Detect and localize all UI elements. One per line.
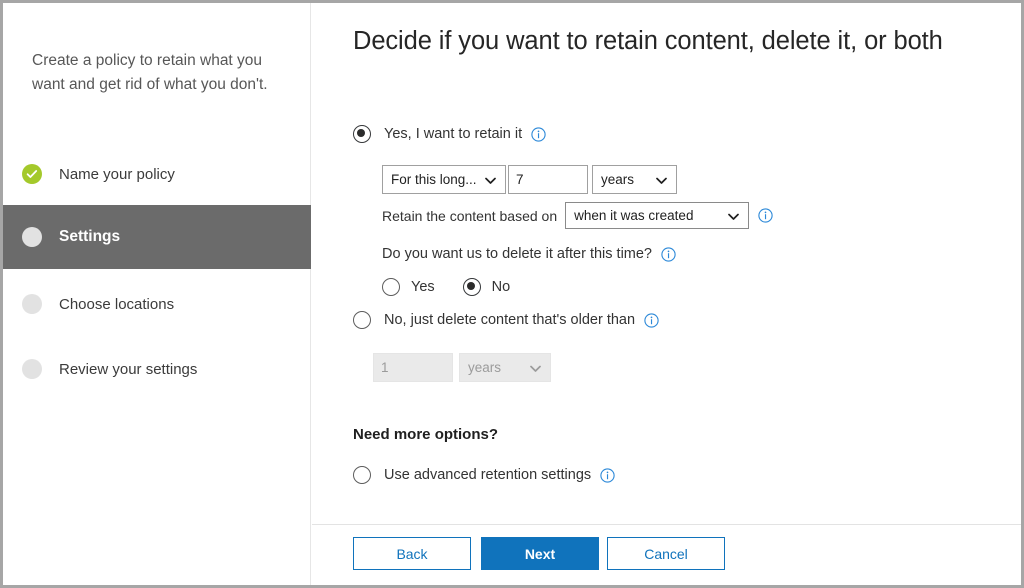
sidebar-step-label: Name your policy bbox=[59, 165, 175, 183]
delete-after-no-label: No bbox=[491, 279, 511, 295]
delete-only-option-row[interactable]: No, just delete content that's older tha… bbox=[353, 311, 659, 329]
retain-option-label: Yes, I want to retain it bbox=[384, 126, 523, 142]
retain-based-on-dropdown[interactable]: when it was created bbox=[565, 202, 750, 229]
back-button[interactable]: Back bbox=[353, 537, 471, 570]
duration-unit-dropdown[interactable]: years bbox=[592, 165, 677, 194]
delete-only-unit-value: years bbox=[468, 360, 502, 375]
delete-after-question-label: Do you want us to delete it after this t… bbox=[382, 246, 652, 262]
radio-delete-after-yes[interactable] bbox=[382, 278, 400, 296]
delete-after-question-row: Do you want us to delete it after this t… bbox=[382, 246, 676, 262]
sidebar-step-label: Settings bbox=[59, 228, 121, 245]
delete-only-value-input bbox=[373, 353, 453, 382]
delete-only-unit-dropdown: years bbox=[459, 353, 551, 382]
advanced-settings-label: Use advanced retention settings bbox=[384, 467, 592, 483]
delete-after-yesno-group: Yes No bbox=[382, 278, 510, 296]
retention-policy-wizard: Create a policy to retain what you want … bbox=[0, 0, 1024, 588]
sidebar-step-label: Choose locations bbox=[59, 295, 175, 313]
info-icon[interactable] bbox=[661, 246, 676, 262]
sidebar-intro-text: Create a policy to retain what you want … bbox=[32, 52, 268, 93]
check-circle-icon bbox=[22, 164, 42, 184]
retain-based-on-row: Retain the content based on when it was … bbox=[382, 202, 773, 229]
wizard-sidebar: Create a policy to retain what you want … bbox=[3, 3, 311, 585]
circle-icon bbox=[22, 294, 42, 314]
duration-value-input[interactable] bbox=[508, 165, 588, 194]
radio-advanced-retention[interactable] bbox=[353, 466, 371, 484]
chevron-down-icon bbox=[656, 172, 667, 187]
settings-form: Yes, I want to retain it For this long..… bbox=[312, 108, 1021, 513]
delete-only-controls: years bbox=[373, 353, 551, 382]
duration-mode-value: For this long... bbox=[391, 172, 477, 187]
radio-delete-after-no[interactable] bbox=[462, 278, 481, 296]
info-icon[interactable] bbox=[644, 312, 659, 328]
duration-unit-value: years bbox=[601, 172, 635, 187]
page-title: Decide if you want to retain content, de… bbox=[353, 27, 943, 55]
radio-retain-content[interactable] bbox=[353, 125, 371, 143]
sidebar-step-review-your-settings[interactable]: Review your settings bbox=[3, 337, 311, 401]
more-options-heading: Need more options? bbox=[353, 426, 499, 443]
retain-based-on-value: when it was created bbox=[574, 208, 694, 223]
sidebar-step-label: Review your settings bbox=[59, 360, 198, 378]
retain-option-row[interactable]: Yes, I want to retain it bbox=[353, 125, 546, 143]
info-icon[interactable] bbox=[758, 208, 773, 223]
delete-only-option-label: No, just delete content that's older tha… bbox=[384, 312, 636, 328]
retain-based-on-label: Retain the content based on bbox=[382, 207, 558, 224]
circle-icon bbox=[22, 227, 42, 247]
retention-duration-controls: For this long... years bbox=[382, 165, 677, 194]
chevron-down-icon bbox=[728, 208, 739, 223]
sidebar-step-name-your-policy[interactable]: Name your policy bbox=[3, 142, 311, 206]
next-button[interactable]: Next bbox=[481, 537, 599, 570]
wizard-main-panel: Decide if you want to retain content, de… bbox=[312, 3, 1021, 585]
duration-mode-dropdown[interactable]: For this long... bbox=[382, 165, 506, 194]
radio-delete-only[interactable] bbox=[353, 311, 371, 329]
info-icon[interactable] bbox=[600, 467, 615, 483]
circle-icon bbox=[22, 359, 42, 379]
sidebar-step-settings[interactable]: Settings bbox=[3, 205, 311, 269]
advanced-settings-option-row[interactable]: Use advanced retention settings bbox=[353, 466, 615, 484]
chevron-down-icon bbox=[485, 172, 496, 187]
wizard-footer: Back Next Cancel bbox=[312, 524, 1021, 585]
chevron-down-icon bbox=[530, 360, 541, 375]
sidebar-step-choose-locations[interactable]: Choose locations bbox=[3, 272, 311, 336]
info-icon[interactable] bbox=[531, 126, 546, 142]
cancel-button[interactable]: Cancel bbox=[607, 537, 725, 570]
delete-after-yes-label: Yes bbox=[411, 279, 435, 295]
